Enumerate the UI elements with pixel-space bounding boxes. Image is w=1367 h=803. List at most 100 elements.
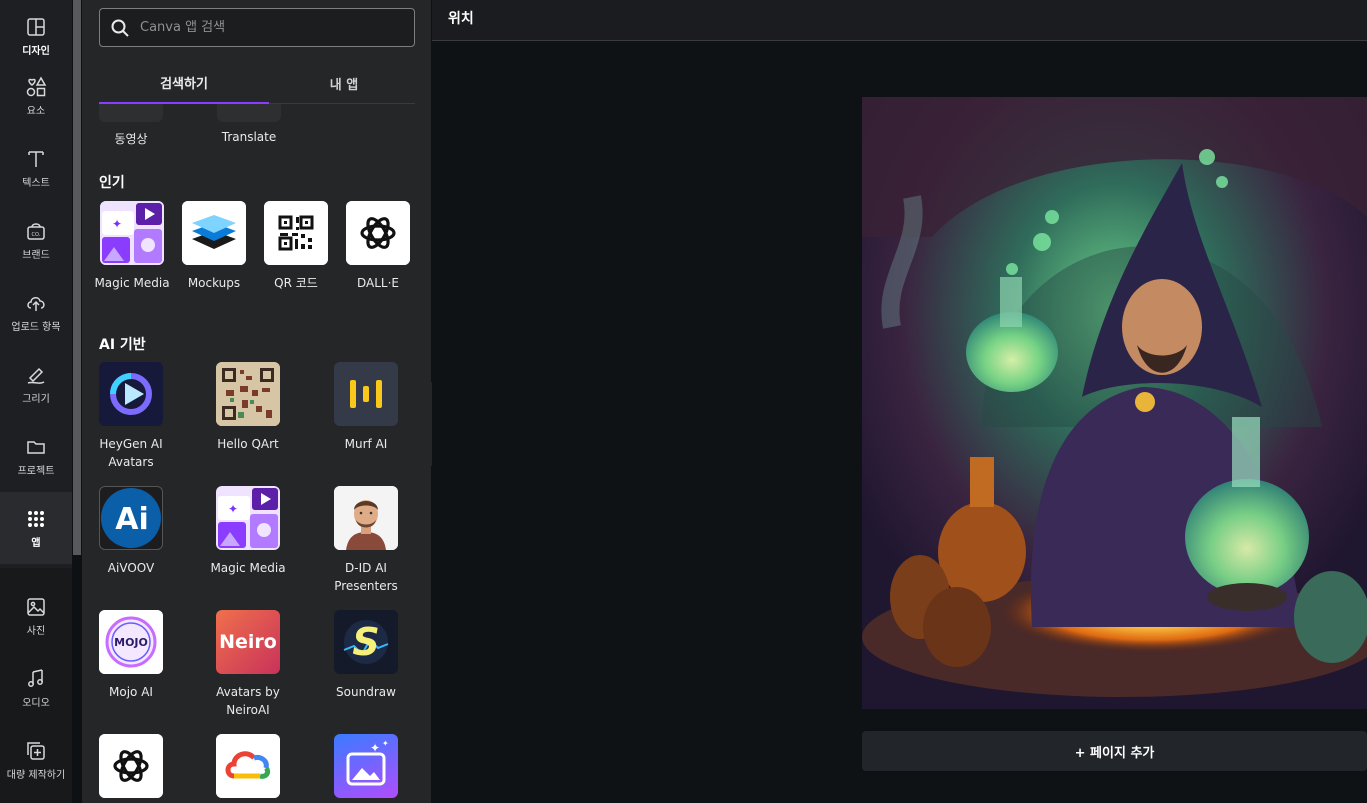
mockups-logo	[182, 201, 246, 265]
tab-search[interactable]: 검색하기	[99, 62, 269, 104]
rail-label: 그리기	[22, 393, 50, 405]
app-tile-partial[interactable]	[217, 104, 281, 122]
openai-logo	[99, 734, 163, 798]
rail-label: 대량 제작하기	[6, 769, 66, 781]
app-name: Hello QArt	[217, 437, 279, 451]
rail-item-projects[interactable]: 프로젝트	[0, 420, 72, 492]
app-google-cloud[interactable]	[198, 734, 298, 803]
rail-scrollbar[interactable]	[73, 0, 81, 555]
rail-item-photos[interactable]: 사진	[0, 580, 72, 652]
rail-label: 텍스트	[22, 177, 50, 189]
app-murf-ai[interactable]: Murf AI	[316, 362, 415, 453]
ai-image-logo: ✦ ✦	[334, 734, 398, 798]
rail-item-brand[interactable]: CO. 브랜드	[0, 204, 72, 276]
app-name: Magic Media	[210, 561, 286, 575]
tab-my-apps[interactable]: 내 앱	[259, 62, 429, 104]
app-name: Avatars by NeiroAI	[216, 685, 280, 717]
mojo-ai-logo-text: MOJO	[114, 635, 148, 649]
text-icon	[25, 148, 47, 170]
rail-label: 디자인	[22, 45, 50, 57]
aivoov-logo: Ai	[99, 486, 163, 550]
rail-label: 요소	[26, 105, 46, 117]
rail-label: 오디오	[22, 697, 50, 709]
wizard-illustration	[862, 97, 1367, 709]
rail-item-text[interactable]: 텍스트	[0, 132, 72, 204]
app-mojo-ai[interactable]: MOJO Mojo AI	[82, 610, 181, 701]
canva-editor: 디자인 요소 텍스트 CO. 브랜드 업로드 항목 그리기 프로젝트 앱 사진 …	[0, 0, 1367, 803]
canvas-area: + 페이지 추가	[432, 41, 1367, 803]
hello-qart-logo	[216, 362, 280, 426]
design-page-wizard-image[interactable]	[862, 97, 1367, 709]
carousel-next-button[interactable]	[387, 242, 407, 266]
qr-code-logo	[264, 201, 328, 265]
layout-icon	[25, 16, 47, 38]
app-soundraw[interactable]: S Soundraw	[316, 610, 415, 701]
app-search-box[interactable]	[99, 8, 415, 47]
section-title-ai: AI 기반	[99, 337, 146, 353]
magic-media-logo: ✦	[216, 486, 280, 550]
murf-logo	[334, 362, 398, 426]
app-search-input[interactable]	[140, 20, 400, 35]
rail-label: 업로드 항목	[11, 321, 61, 333]
app-name: Translate	[221, 130, 277, 144]
music-icon	[25, 668, 47, 690]
rail-label: 사진	[26, 625, 46, 637]
mojo-ai-logo: MOJO	[99, 610, 163, 674]
panel-tabs: 검색하기 내 앱	[99, 62, 415, 104]
panel-context-title: 위치	[448, 11, 474, 27]
app-name: Soundraw	[336, 685, 396, 699]
rail-item-audio[interactable]: 오디오	[0, 652, 72, 724]
apps-panel: 검색하기 내 앱 동영상 Translate 인기 ✦	[82, 0, 431, 803]
rail-label: 브랜드	[22, 249, 50, 261]
app-neiro-ai[interactable]: Neiro Avatars by NeiroAI	[198, 610, 298, 719]
app-name: 동영상	[114, 132, 148, 146]
rail-item-apps[interactable]: 앱	[0, 492, 72, 564]
photo-icon	[25, 596, 47, 618]
app-name: Murf AI	[344, 437, 388, 451]
rail-item-uploads[interactable]: 업로드 항목	[0, 276, 72, 348]
google-cloud-logo	[216, 734, 280, 798]
soundraw-logo: S	[334, 610, 398, 674]
panel-content: 동영상 Translate 인기 ✦ Magic Media Mockups Q…	[82, 104, 415, 803]
app-magic-media-2[interactable]: ✦ Magic Media	[198, 486, 298, 577]
app-name: AiVOOV	[107, 561, 155, 575]
rail-item-draw[interactable]: 그리기	[0, 348, 72, 420]
neiro-logo: Neiro	[216, 610, 280, 674]
bulk-create-icon	[25, 740, 47, 762]
app-aivoov[interactable]: Ai AiVOOV	[82, 486, 181, 577]
folder-icon	[25, 436, 47, 458]
app-name: HeyGen AI Avatars	[99, 437, 163, 469]
rail-label: 프로젝트	[17, 465, 55, 477]
shapes-icon	[25, 75, 47, 98]
section-title-popular: 인기	[99, 175, 125, 191]
add-page-button[interactable]: + 페이지 추가	[862, 731, 1367, 771]
app-tile-partial[interactable]	[99, 104, 163, 122]
app-heygen[interactable]: HeyGen AI Avatars	[82, 362, 181, 471]
rail-label: 앱	[31, 537, 41, 549]
app-name: Mojo AI	[109, 685, 153, 699]
app-ai-image[interactable]: ✦ ✦	[316, 734, 415, 803]
soundraw-logo-text: S	[352, 620, 380, 664]
chevron-right-icon	[393, 247, 402, 261]
draw-icon	[25, 364, 47, 386]
svg-text:✦: ✦	[382, 739, 389, 748]
editor-topbar: 위치	[432, 0, 1367, 41]
upload-icon	[25, 292, 47, 314]
d-id-presenter-avatar	[334, 486, 398, 550]
apps-grid-icon	[25, 508, 47, 530]
app-d-id[interactable]: D-ID AI Presenters	[316, 486, 415, 595]
app-name: DALL·E	[356, 276, 399, 290]
rail-item-elements[interactable]: 요소	[0, 60, 72, 132]
svg-text:✦: ✦	[370, 741, 380, 755]
app-name: D-ID AI Presenters	[334, 561, 398, 593]
search-icon	[111, 19, 129, 37]
neiro-logo-text: Neiro	[219, 631, 277, 653]
app-openai[interactable]	[82, 734, 181, 803]
app-hello-qart[interactable]: Hello QArt	[198, 362, 298, 453]
heygen-logo	[99, 362, 163, 426]
left-rail: 디자인 요소 텍스트 CO. 브랜드 업로드 항목 그리기 프로젝트 앱 사진 …	[0, 0, 72, 803]
svg-text:✦: ✦	[228, 502, 238, 516]
rail-item-bulk-create[interactable]: 대량 제작하기	[0, 724, 72, 796]
aivoov-logo-text: Ai	[115, 501, 149, 537]
svg-text:CO.: CO.	[32, 232, 41, 238]
